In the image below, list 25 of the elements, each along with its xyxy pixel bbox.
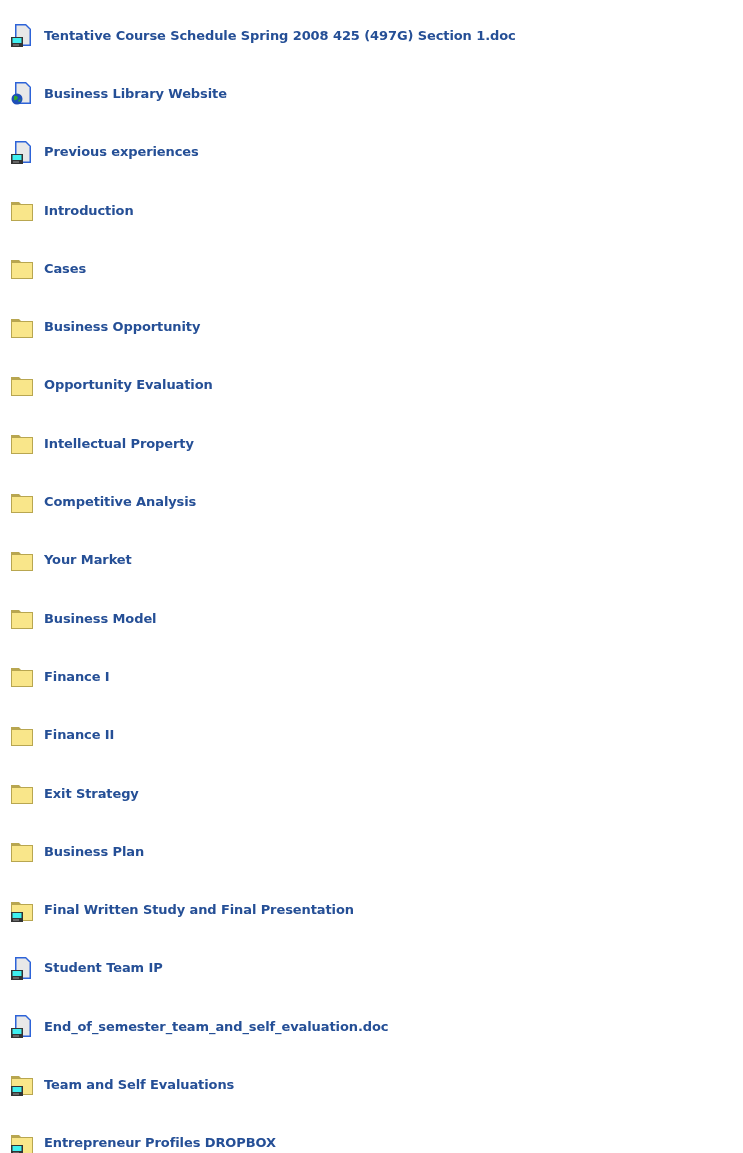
item-link[interactable]: Business Plan bbox=[44, 843, 145, 859]
document-icon bbox=[10, 139, 34, 164]
item-link[interactable]: Opportunity Evaluation bbox=[44, 377, 213, 393]
item-link[interactable]: Team and Self Evaluations bbox=[44, 1077, 235, 1092]
item-link[interactable]: Final Written Study and Final Presentation bbox=[44, 902, 354, 918]
item-link[interactable]: Exit Strategy bbox=[44, 785, 139, 801]
item-link[interactable]: Cases bbox=[44, 260, 87, 276]
item-link[interactable]: Intellectual Property bbox=[44, 435, 194, 451]
item-link[interactable]: Business Model bbox=[44, 610, 157, 626]
item-link[interactable]: Business Library Website bbox=[44, 85, 227, 101]
document-icon bbox=[10, 23, 34, 48]
item-link[interactable]: End_of_semester_team_and_self_evaluation.doc bbox=[44, 1018, 389, 1034]
item-link[interactable]: Entrepreneur Profiles DROPBOX bbox=[44, 1135, 276, 1151]
item-link[interactable]: Your Market bbox=[44, 552, 132, 568]
web-document-icon bbox=[10, 81, 34, 106]
item-link[interactable]: Finance II bbox=[44, 727, 115, 743]
item-link[interactable]: Student Team IP bbox=[44, 960, 163, 976]
item-link[interactable]: Previous experiences bbox=[44, 144, 199, 160]
item-link[interactable]: Business Opportunity bbox=[44, 319, 201, 335]
document-icon bbox=[10, 955, 34, 980]
item-link[interactable]: Finance I bbox=[44, 668, 110, 684]
item-link[interactable]: Competitive Analysis bbox=[44, 494, 197, 509]
document-icon bbox=[10, 1014, 34, 1039]
item-link[interactable]: Introduction bbox=[44, 202, 134, 218]
item-link[interactable]: Tentative Course Schedule Spring 2008 425 (497G) Section 1.doc bbox=[44, 27, 516, 43]
